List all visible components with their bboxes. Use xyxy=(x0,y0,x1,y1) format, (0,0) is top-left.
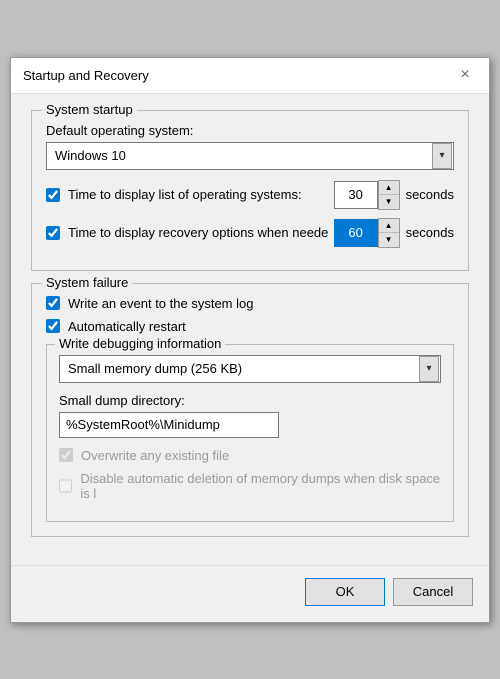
time-display-checkbox[interactable] xyxy=(46,188,60,202)
time-display-row: Time to display list of operating system… xyxy=(46,180,454,210)
disable-auto-delete-checkbox[interactable] xyxy=(59,479,72,493)
default-os-dropdown-wrapper: Windows 10 xyxy=(46,142,454,170)
system-failure-title: System failure xyxy=(42,275,132,290)
title-bar: Startup and Recovery × xyxy=(11,58,489,94)
overwrite-row: Overwrite any existing file xyxy=(59,448,441,463)
time-recovery-input[interactable] xyxy=(334,219,378,247)
overwrite-label: Overwrite any existing file xyxy=(81,448,229,463)
time-display-down-button[interactable]: ▼ xyxy=(379,195,399,209)
time-recovery-down-button[interactable]: ▼ xyxy=(379,233,399,247)
time-recovery-label: Time to display recovery options when ne… xyxy=(68,225,328,240)
debug-info-group: Write debugging information Small memory… xyxy=(46,344,454,522)
cancel-button[interactable]: Cancel xyxy=(393,578,473,606)
default-os-dropdown[interactable]: Windows 10 xyxy=(46,142,454,170)
startup-recovery-dialog: Startup and Recovery × System startup De… xyxy=(10,57,490,623)
time-display-label: Time to display list of operating system… xyxy=(68,187,302,202)
system-startup-group: System startup Default operating system:… xyxy=(31,110,469,271)
time-recovery-checkbox-row: Time to display recovery options when ne… xyxy=(46,225,334,240)
default-os-row: Default operating system: Windows 10 xyxy=(46,123,454,170)
time-display-seconds: seconds xyxy=(406,187,454,202)
time-display-checkbox-row: Time to display list of operating system… xyxy=(46,187,334,202)
default-os-label: Default operating system: xyxy=(46,123,454,138)
time-recovery-spinner-buttons: ▲ ▼ xyxy=(378,218,400,248)
time-display-up-button[interactable]: ▲ xyxy=(379,181,399,195)
time-recovery-spinner: ▲ ▼ xyxy=(334,218,400,248)
small-dump-input[interactable] xyxy=(59,412,279,438)
debug-info-title: Write debugging information xyxy=(55,336,225,351)
time-display-input[interactable] xyxy=(334,181,378,209)
time-recovery-seconds: seconds xyxy=(406,225,454,240)
disable-auto-delete-label: Disable automatic deletion of memory dum… xyxy=(80,471,441,501)
close-button[interactable]: × xyxy=(453,63,477,87)
ok-button[interactable]: OK xyxy=(305,578,385,606)
time-recovery-checkbox[interactable] xyxy=(46,226,60,240)
system-failure-group: System failure Write an event to the sys… xyxy=(31,283,469,537)
auto-restart-label: Automatically restart xyxy=(68,319,186,334)
time-recovery-row: Time to display recovery options when ne… xyxy=(46,218,454,248)
auto-restart-row: Automatically restart xyxy=(46,319,454,334)
button-row: OK Cancel xyxy=(11,565,489,622)
disable-auto-delete-row: Disable automatic deletion of memory dum… xyxy=(59,471,441,501)
small-dump-label: Small dump directory: xyxy=(59,393,441,408)
write-event-label: Write an event to the system log xyxy=(68,296,253,311)
dialog-title: Startup and Recovery xyxy=(23,68,149,83)
time-recovery-up-button[interactable]: ▲ xyxy=(379,219,399,233)
debug-dropdown[interactable]: Small memory dump (256 KB) xyxy=(59,355,441,383)
auto-restart-checkbox[interactable] xyxy=(46,319,60,333)
write-event-row: Write an event to the system log xyxy=(46,296,454,311)
write-event-checkbox[interactable] xyxy=(46,296,60,310)
dialog-content: System startup Default operating system:… xyxy=(11,94,489,565)
system-startup-title: System startup xyxy=(42,102,137,117)
debug-dropdown-wrapper: Small memory dump (256 KB) xyxy=(59,355,441,383)
time-display-spinner: ▲ ▼ xyxy=(334,180,400,210)
time-display-spinner-buttons: ▲ ▼ xyxy=(378,180,400,210)
overwrite-checkbox[interactable] xyxy=(59,448,73,462)
